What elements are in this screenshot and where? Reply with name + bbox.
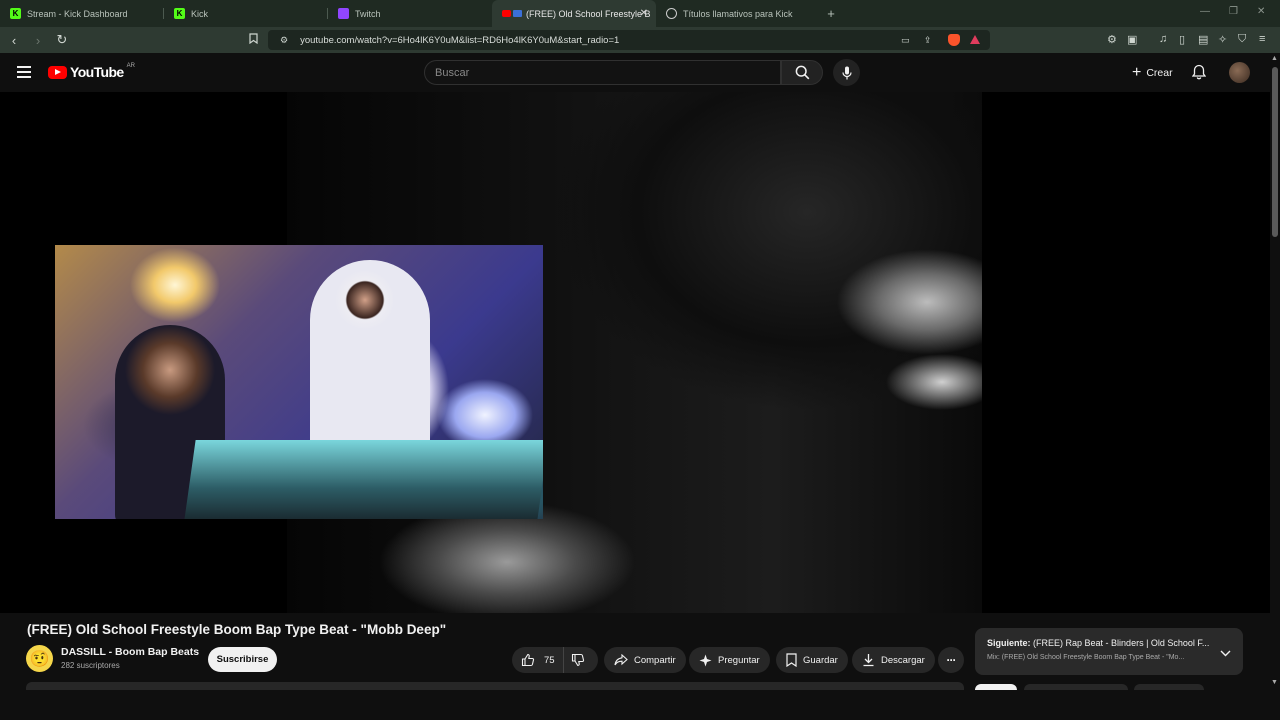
channel-avatar[interactable]: 🤨 xyxy=(26,645,53,672)
ask-button[interactable]: Preguntar xyxy=(689,647,770,673)
up-next-title: (FREE) Rap Beat - Blinders | Old School … xyxy=(1033,638,1210,648)
tab-title: (FREE) Old School Freestyle B xyxy=(526,8,651,19)
thumbs-down-icon xyxy=(571,653,585,667)
address-bar[interactable]: ⚙ youtube.com/watch?v=6Ho4lK6Y0uM&list=R… xyxy=(268,30,990,50)
cast-icon[interactable]: ▭ xyxy=(901,35,910,46)
forward-icon[interactable]: › xyxy=(28,33,48,48)
video-frame-inset xyxy=(55,245,543,519)
twitch-icon xyxy=(338,8,349,19)
create-button[interactable]: + Crear xyxy=(1122,60,1183,85)
share-icon xyxy=(614,654,628,666)
bottom-area xyxy=(0,690,1280,720)
dislike-button[interactable] xyxy=(564,647,598,673)
url-text: youtube.com/watch?v=6Ho4lK6Y0uM&list=RD6… xyxy=(300,34,620,46)
leo-ai-icon[interactable]: ✧ xyxy=(1218,33,1227,46)
download-label: Descargar xyxy=(881,654,925,666)
brave-shield-icon[interactable] xyxy=(948,34,960,46)
save-label: Guardar xyxy=(803,654,838,666)
youtube-play-icon xyxy=(48,65,67,79)
tab-title: Stream - Kick Dashboard xyxy=(27,8,128,19)
notifications-bell-icon[interactable] xyxy=(1191,64,1207,85)
like-count: 75 xyxy=(544,654,555,666)
like-button[interactable]: 75 xyxy=(512,647,564,673)
screenshot-icon[interactable]: ▣ xyxy=(1127,33,1137,46)
voice-search-button[interactable] xyxy=(833,59,860,86)
wallet-icon[interactable]: ▤ xyxy=(1198,33,1208,46)
more-actions-icon[interactable]: ··· xyxy=(938,647,964,673)
share-button[interactable]: Compartir xyxy=(604,647,686,673)
tab-kick-dashboard[interactable]: K Stream - Kick Dashboard xyxy=(0,0,164,27)
youtube-icon xyxy=(502,10,511,17)
download-button[interactable]: Descargar xyxy=(852,647,935,673)
scroll-down-icon[interactable]: ▼ xyxy=(1271,679,1278,686)
download-icon xyxy=(863,654,874,667)
extensions-icon[interactable]: ⚙ xyxy=(1107,33,1117,46)
up-next-label: Siguiente: xyxy=(987,638,1031,648)
youtube-logo[interactable]: YouTube AR xyxy=(48,63,135,80)
close-tab-icon[interactable]: ✕ xyxy=(640,8,648,19)
sidebar-icon[interactable]: ▯ xyxy=(1179,33,1185,46)
tab-title: Kick xyxy=(191,8,209,19)
account-avatar[interactable] xyxy=(1229,62,1250,83)
up-next-line: Siguiente: (FREE) Rap Beat - Blinders | … xyxy=(987,638,1243,648)
tab-youtube-active[interactable]: (FREE) Old School Freestyle B ✕ xyxy=(492,0,656,27)
tab-title: Títulos llamativos para Kick xyxy=(683,8,793,19)
scroll-up-icon[interactable]: ▲ xyxy=(1271,55,1278,62)
maximize-icon[interactable]: ❐ xyxy=(1229,6,1238,17)
browser-menu-icon[interactable]: ≡ xyxy=(1259,33,1265,45)
video-person-right xyxy=(310,260,430,460)
back-icon[interactable]: ‹ xyxy=(4,33,24,48)
bookmark-save-icon xyxy=(786,653,797,667)
audio-tab-icon xyxy=(513,10,522,17)
search-button[interactable] xyxy=(781,60,823,85)
scrollbar-thumb[interactable] xyxy=(1272,67,1278,237)
tab-title: Twitch xyxy=(355,8,381,19)
share-label: Compartir xyxy=(634,654,676,666)
save-button[interactable]: Guardar xyxy=(776,647,848,673)
kick-icon: K xyxy=(10,8,21,19)
microphone-icon xyxy=(841,66,852,79)
like-dislike-group: 75 xyxy=(512,647,598,673)
channel-name[interactable]: DASSILL - Boom Bap Beats xyxy=(61,646,199,658)
chevron-down-icon[interactable] xyxy=(1220,644,1231,662)
vpn-icon[interactable]: ⛉ xyxy=(1238,33,1246,46)
ask-label: Preguntar xyxy=(718,654,760,666)
country-code: AR xyxy=(126,63,135,69)
browser-toolbar: ‹ › ↻ ⚙ youtube.com/watch?v=6Ho4lK6Y0uM&… xyxy=(0,27,1280,53)
subscribe-button[interactable]: Suscribirse xyxy=(208,647,277,672)
plus-icon: + xyxy=(1132,63,1142,81)
reload-icon[interactable]: ↻ xyxy=(52,32,72,48)
kick-icon: K xyxy=(174,8,185,19)
up-next-playlist: Mix: (FREE) Old School Freestyle Boom Ba… xyxy=(987,654,1185,661)
search-icon xyxy=(795,65,809,80)
chatgpt-icon xyxy=(666,8,677,19)
new-tab-button[interactable]: + xyxy=(820,6,842,21)
browser-tab-bar: K Stream - Kick Dashboard K Kick Twitch … xyxy=(0,0,1280,27)
page-scrollbar[interactable]: ▲ ▼ xyxy=(1270,53,1280,690)
create-label: Crear xyxy=(1146,66,1173,79)
up-next-panel[interactable]: Siguiente: (FREE) Rap Beat - Blinders | … xyxy=(975,628,1243,675)
sparkle-icon xyxy=(699,654,712,666)
share-page-icon[interactable]: ⇪ xyxy=(924,35,932,46)
hamburger-menu-icon[interactable] xyxy=(17,66,31,78)
video-title: (FREE) Old School Freestyle Boom Bap Typ… xyxy=(27,622,447,637)
rewards-icon[interactable] xyxy=(970,35,980,44)
youtube-wordmark: YouTube xyxy=(70,64,124,80)
search-input[interactable] xyxy=(425,61,780,84)
video-player[interactable] xyxy=(0,92,1270,613)
video-desk xyxy=(184,440,543,519)
search-box xyxy=(424,60,781,85)
tab-kick[interactable]: K Kick xyxy=(164,0,328,27)
subscriber-count: 282 suscriptores xyxy=(61,661,120,670)
thumbs-up-icon xyxy=(521,653,535,667)
tab-chatgpt[interactable]: Títulos llamativos para Kick xyxy=(656,0,820,27)
site-settings-icon[interactable]: ⚙ xyxy=(280,35,288,46)
youtube-header: YouTube AR + Crear xyxy=(0,53,1270,92)
music-icon[interactable]: ♫ xyxy=(1159,33,1167,45)
bookmark-icon[interactable] xyxy=(249,33,258,47)
description-box[interactable] xyxy=(26,682,964,690)
tab-twitch[interactable]: Twitch xyxy=(328,0,492,27)
close-window-icon[interactable]: ✕ xyxy=(1257,6,1265,17)
minimize-icon[interactable]: — xyxy=(1200,6,1210,17)
